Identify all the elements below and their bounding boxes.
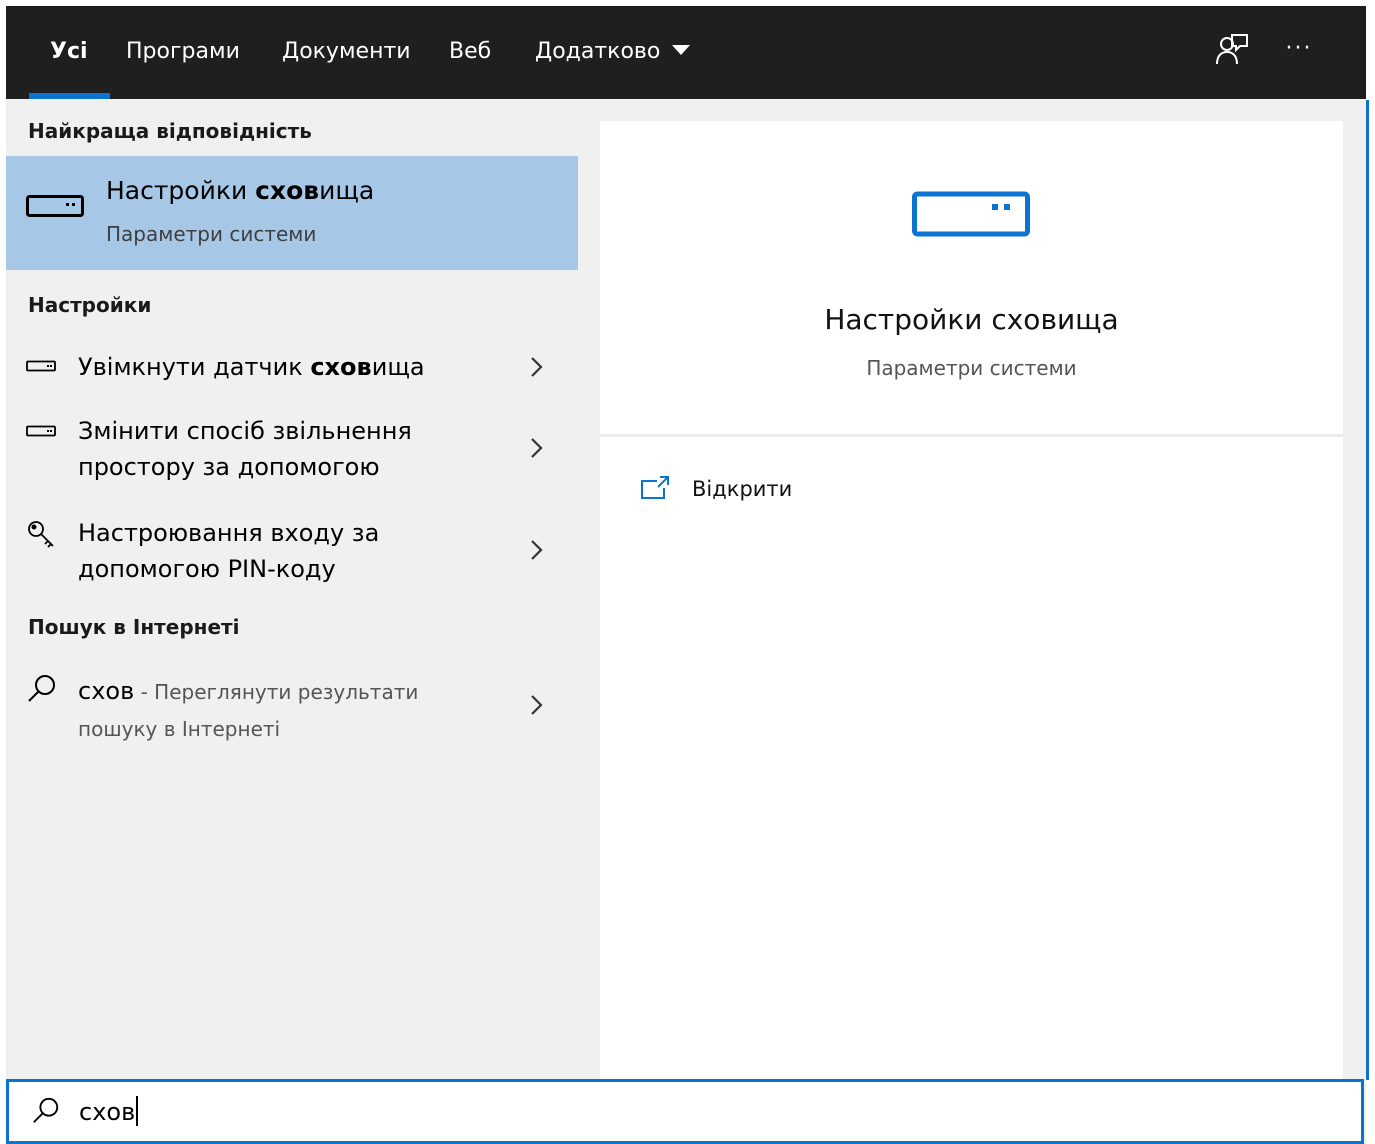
divider: [600, 434, 1343, 437]
search-window: Усі Програми Документи Веб Додатково ···…: [6, 6, 1366, 1144]
text-caret: [136, 1096, 139, 1126]
search-input[interactable]: схов: [6, 1079, 1364, 1144]
storage-drive-icon: [26, 195, 84, 217]
search-icon: [28, 675, 55, 702]
open-button[interactable]: Відкрити: [640, 471, 880, 511]
search-scope-bar: Усі Програми Документи Веб Додатково ···: [6, 6, 1366, 99]
preview-subtitle: Параметри системи: [866, 356, 1077, 380]
web-search-item[interactable]: схов - Переглянути результати пошуку в І…: [6, 665, 578, 747]
best-match-title: Настройки сховища: [106, 176, 375, 205]
chevron-right-icon: [531, 540, 543, 560]
settings-header: Настройки: [28, 293, 152, 317]
web-search-header: Пошук в Інтернеті: [28, 615, 240, 639]
window-accent-edge: [1366, 100, 1369, 1080]
tab-apps-label: Програми: [126, 39, 240, 64]
storage-drive-icon: [912, 191, 1030, 237]
caret-down-icon: [672, 45, 691, 55]
preview-title: Настройки сховища: [824, 303, 1119, 336]
feedback-button[interactable]: [1212, 32, 1252, 72]
chevron-right-icon: [531, 438, 543, 458]
tab-documents-label: Документи: [282, 39, 411, 64]
search-icon: [33, 1097, 59, 1123]
list-item-label: Увімкнути датчик сховища: [78, 353, 425, 381]
best-match-item[interactable]: Настройки сховища Параметри системи: [6, 156, 578, 270]
more-ellipsis-icon: ···: [1285, 36, 1313, 61]
best-match-subtitle: Параметри системи: [106, 222, 317, 246]
search-input-value: схов: [79, 1096, 139, 1128]
tab-all[interactable]: Усі: [29, 6, 110, 99]
chevron-right-icon: [531, 695, 543, 715]
web-search-label: схов - Переглянути результати: [78, 677, 419, 705]
tab-documents[interactable]: Документи: [282, 6, 411, 99]
web-search-label-line2: пошуку в Інтернеті: [78, 717, 281, 741]
preview-pane: Настройки сховища Параметри системи Відк…: [600, 121, 1343, 1079]
storage-drive-icon: [26, 360, 56, 372]
list-item[interactable]: Настроювання входу за допомогою PIN-коду: [6, 507, 578, 589]
list-item-label-line2: простору за допомогою: [78, 453, 380, 481]
tab-apps[interactable]: Програми: [126, 6, 240, 99]
tab-more-label: Додатково: [535, 39, 661, 64]
tab-web-label: Веб: [449, 39, 492, 64]
list-item[interactable]: Змінити спосіб звільнення простору за до…: [6, 405, 578, 487]
list-item-label: Змінити спосіб звільнення: [78, 417, 412, 445]
feedback-person-icon: [1216, 34, 1248, 65]
open-label: Відкрити: [692, 477, 793, 501]
list-item[interactable]: Увімкнути датчик сховища: [6, 339, 578, 395]
open-external-icon: [641, 476, 669, 499]
tab-all-label: Усі: [50, 39, 88, 64]
storage-drive-icon: [26, 425, 56, 437]
best-match-header: Найкраща відповідність: [28, 119, 312, 143]
chevron-right-icon: [531, 357, 543, 377]
more-options-button[interactable]: ···: [1279, 36, 1319, 76]
tab-more[interactable]: Додатково: [535, 6, 691, 99]
key-icon: [28, 521, 54, 548]
tab-web[interactable]: Веб: [449, 6, 491, 99]
results-pane: Найкраща відповідність Настройки сховища…: [6, 99, 578, 1079]
list-item-label-line2: допомогою PIN-коду: [78, 555, 336, 583]
list-item-label: Настроювання входу за: [78, 519, 380, 547]
